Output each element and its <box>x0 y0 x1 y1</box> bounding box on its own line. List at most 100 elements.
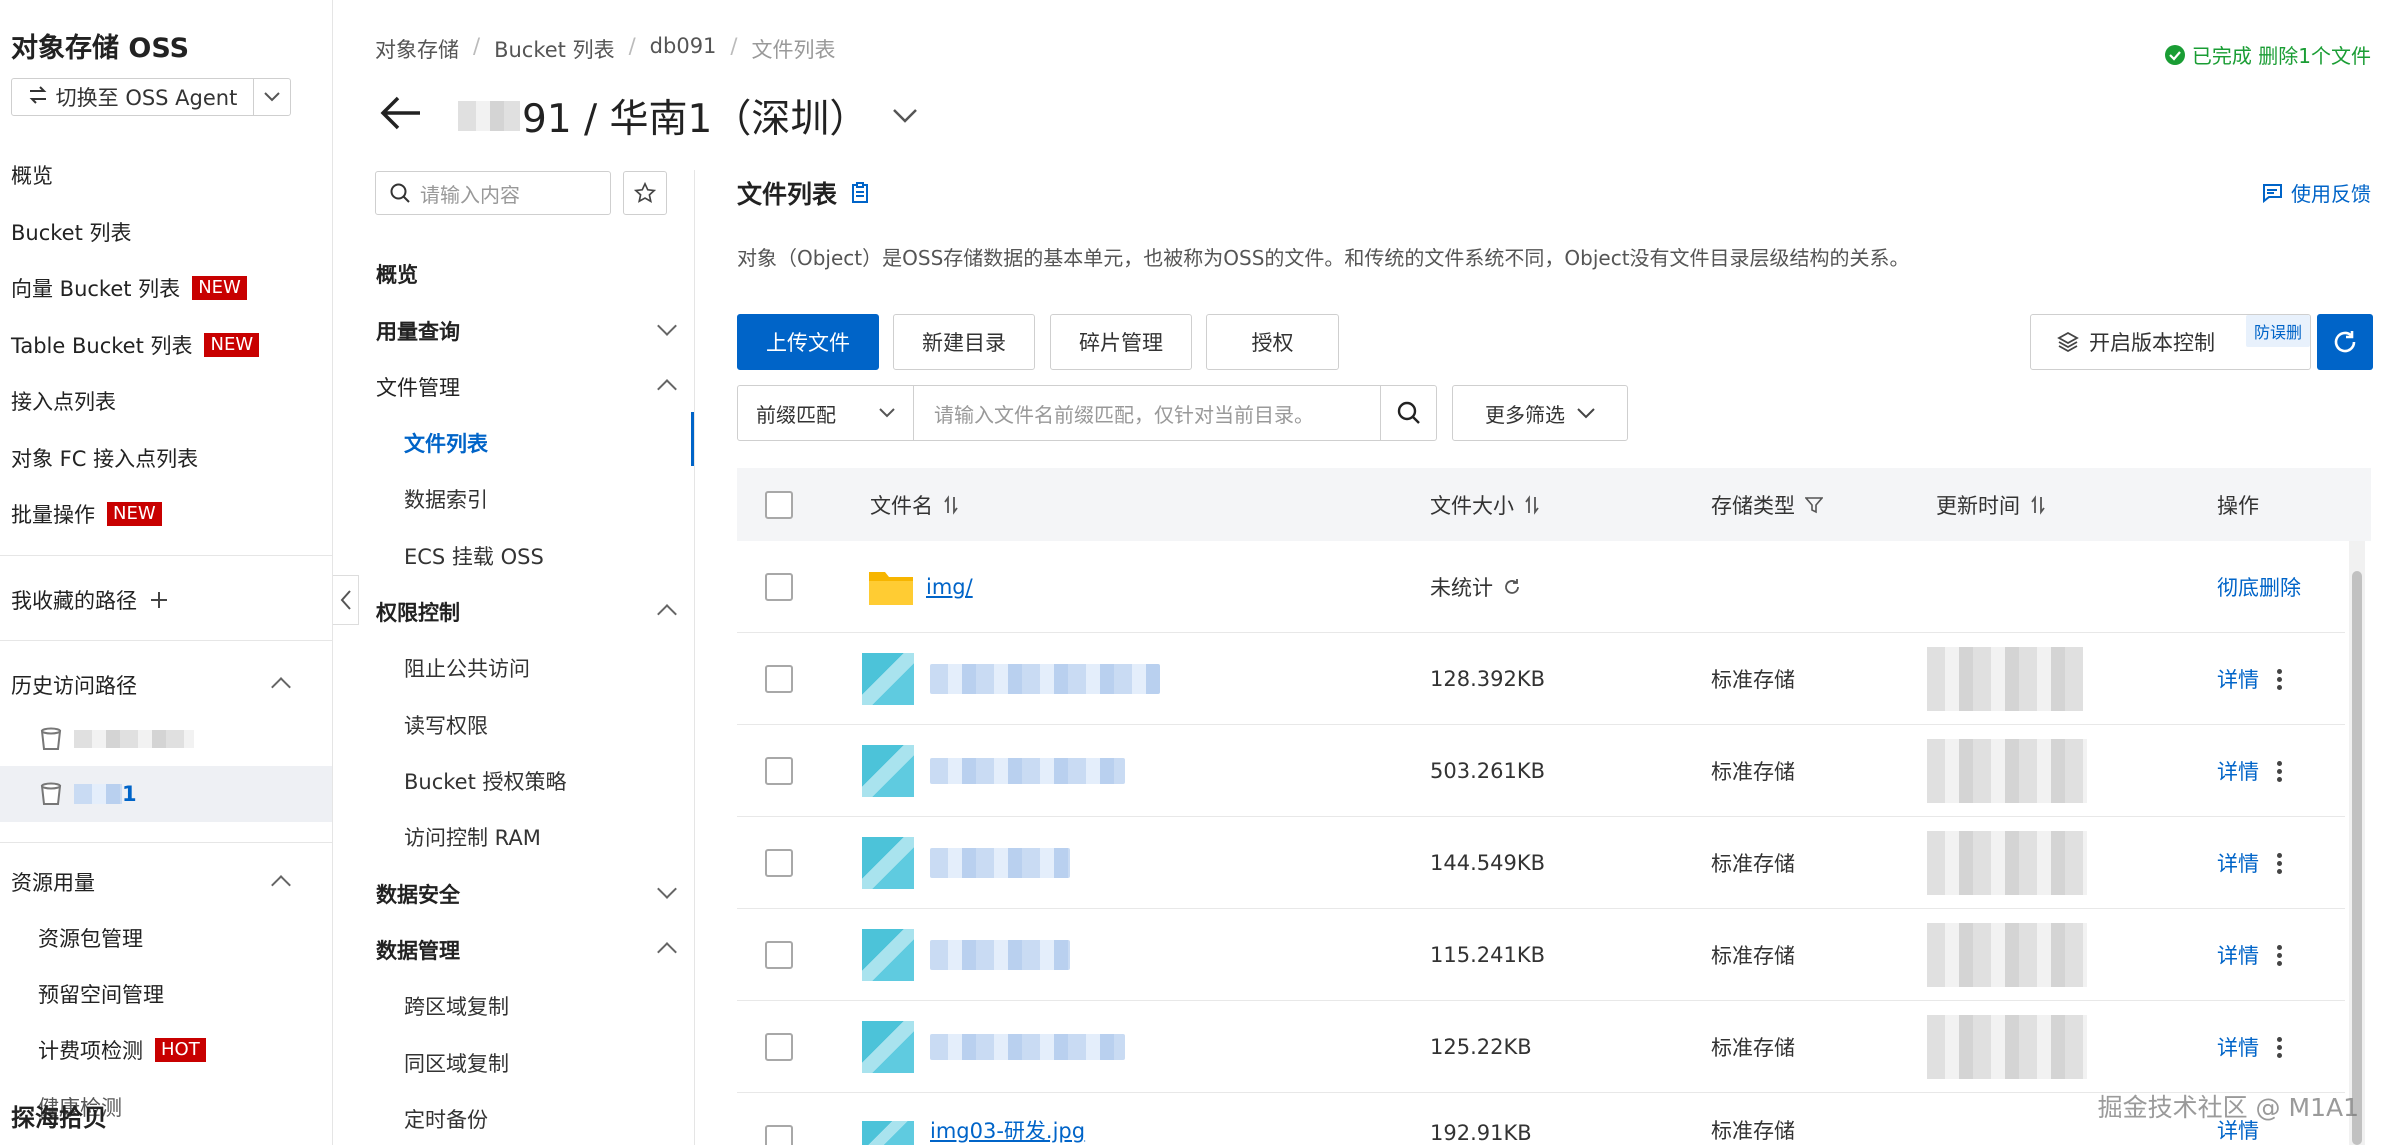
scrollbar-thumb[interactable] <box>2352 571 2362 1145</box>
chevron-up-icon[interactable] <box>657 942 677 962</box>
breadcrumb-oss[interactable]: 对象存储 <box>375 34 459 64</box>
nav2-file-mgmt[interactable]: 文件管理 <box>376 372 460 402</box>
nav2-rw-perm[interactable]: 读写权限 <box>404 710 488 740</box>
image-thumbnail[interactable] <box>862 1121 914 1145</box>
file-name-redacted[interactable] <box>930 758 1125 784</box>
version-control-button[interactable]: 开启版本控制 防误删 <box>2030 314 2311 370</box>
row-checkbox[interactable] <box>765 817 793 909</box>
row-checkbox[interactable] <box>765 909 793 1001</box>
nav2-data-mgmt[interactable]: 数据管理 <box>376 935 460 965</box>
switch-agent-button[interactable]: 切换至 OSS Agent <box>11 78 291 116</box>
nav2-bucket-policy[interactable]: Bucket 授权策略 <box>404 766 567 796</box>
favorites-header[interactable]: 我收藏的路径 <box>11 585 169 615</box>
explore-label[interactable]: 探海拾贝 <box>11 1098 107 1133</box>
upload-button[interactable]: 上传文件 <box>737 314 879 370</box>
delete-permanently-link[interactable]: 彻底删除 <box>2217 572 2301 602</box>
collapse-sidebar-button[interactable] <box>333 575 359 625</box>
prefix-match-select[interactable]: 前缀匹配 <box>738 386 914 440</box>
column-header-name[interactable]: 文件名 <box>870 468 959 541</box>
more-icon[interactable] <box>2277 760 2282 782</box>
file-name-redacted[interactable] <box>930 940 1070 970</box>
plus-icon[interactable] <box>149 590 169 610</box>
resource-item-packages[interactable]: 资源包管理 <box>38 923 143 953</box>
fragment-mgmt-button[interactable]: 碎片管理 <box>1050 314 1192 370</box>
prefix-search-input[interactable]: 请输入文件名前缀匹配，仅针对当前目录。 <box>914 386 1380 440</box>
filter-icon[interactable] <box>1805 496 1823 514</box>
nav2-same-region[interactable]: 同区域复制 <box>404 1048 509 1078</box>
column-header-size[interactable]: 文件大小 <box>1430 468 1540 541</box>
row-checkbox[interactable] <box>765 633 793 725</box>
task-status[interactable]: 已完成 删除1个文件 <box>2164 40 2371 69</box>
chevron-down-icon[interactable] <box>657 879 677 899</box>
resources-header[interactable]: 资源用量 <box>11 867 95 897</box>
nav2-ram[interactable]: 访问控制 RAM <box>404 822 541 852</box>
row-checkbox[interactable] <box>765 1093 793 1145</box>
sidebar-item-batch-ops[interactable]: 批量操作 NEW <box>11 499 162 529</box>
nav2-block-public[interactable]: 阻止公共访问 <box>404 653 530 683</box>
sidebar-item-bucket-list[interactable]: Bucket 列表 <box>11 217 132 247</box>
file-link[interactable]: img03-研发.jpg <box>930 1115 1085 1145</box>
file-name-redacted[interactable] <box>930 664 1160 694</box>
resource-item-billing-check[interactable]: 计费项检测 HOT <box>38 1035 206 1065</box>
row-checkbox[interactable] <box>765 725 793 817</box>
authorize-button[interactable]: 授权 <box>1206 314 1339 370</box>
sidebar-item-vector-bucket[interactable]: 向量 Bucket 列表 NEW <box>11 273 247 303</box>
column-header-updated[interactable]: 更新时间 <box>1936 468 2046 541</box>
history-item-2-content[interactable]: 1 <box>40 782 137 806</box>
feedback-link[interactable]: 使用反馈 <box>2261 178 2371 207</box>
sidebar-item-fc-access-points[interactable]: 对象 FC 接入点列表 <box>11 443 198 473</box>
sort-icon[interactable] <box>943 494 959 515</box>
chevron-up-icon[interactable] <box>657 604 677 624</box>
breadcrumb-bucket[interactable]: db091 <box>650 34 717 64</box>
file-name-redacted[interactable] <box>930 848 1070 878</box>
nav2-overview[interactable]: 概览 <box>376 259 418 289</box>
more-filter-button[interactable]: 更多筛选 <box>1452 385 1628 441</box>
more-icon[interactable] <box>2277 944 2282 966</box>
detail-link[interactable]: 详情 <box>2217 756 2259 786</box>
nav2-data-index[interactable]: 数据索引 <box>404 484 488 514</box>
refresh-button[interactable] <box>2317 314 2373 370</box>
chevron-up-icon[interactable] <box>657 379 677 399</box>
chevron-down-icon[interactable] <box>657 316 677 336</box>
image-thumbnail[interactable] <box>862 745 914 797</box>
breadcrumb-bucket-list[interactable]: Bucket 列表 <box>494 34 615 64</box>
nav2-access-control[interactable]: 权限控制 <box>376 597 460 627</box>
sort-icon[interactable] <box>1524 494 1540 515</box>
more-icon[interactable] <box>2277 668 2282 690</box>
file-name-redacted[interactable] <box>930 1034 1125 1060</box>
new-directory-button[interactable]: 新建目录 <box>893 314 1035 370</box>
detail-link[interactable]: 详情 <box>2217 848 2259 878</box>
image-thumbnail[interactable] <box>862 653 914 705</box>
resource-item-reserved[interactable]: 预留空间管理 <box>38 979 164 1009</box>
agent-dropdown-toggle[interactable] <box>254 92 290 102</box>
refresh-icon[interactable] <box>1503 578 1521 596</box>
clipboard-icon[interactable] <box>851 182 869 204</box>
row-checkbox[interactable] <box>765 1001 793 1093</box>
image-thumbnail[interactable] <box>862 929 914 981</box>
nav-search-input[interactable]: 请输入内容 <box>375 171 611 215</box>
detail-link[interactable]: 详情 <box>2217 664 2259 694</box>
column-header-storage[interactable]: 存储类型 <box>1711 468 1823 541</box>
history-header[interactable]: 历史访问路径 <box>11 670 137 700</box>
detail-link[interactable]: 详情 <box>2217 1032 2259 1062</box>
nav2-usage[interactable]: 用量查询 <box>376 316 460 346</box>
nav2-ecs-mount[interactable]: ECS 挂载 OSS <box>404 541 544 571</box>
more-icon[interactable] <box>2277 852 2282 874</box>
chevron-down-icon[interactable] <box>892 108 918 124</box>
nav2-data-security[interactable]: 数据安全 <box>376 879 460 909</box>
back-arrow-icon[interactable] <box>380 95 422 135</box>
select-all-checkbox[interactable] <box>765 468 793 541</box>
sidebar-item-overview[interactable]: 概览 <box>11 160 53 190</box>
sidebar-item-access-points[interactable]: 接入点列表 <box>11 386 116 416</box>
folder-link[interactable]: img/ <box>926 575 973 599</box>
nav2-cross-region[interactable]: 跨区域复制 <box>404 991 509 1021</box>
image-thumbnail[interactable] <box>862 837 914 889</box>
chevron-up-icon[interactable] <box>271 875 291 895</box>
image-thumbnail[interactable] <box>862 1021 914 1073</box>
history-item-1[interactable] <box>40 727 194 751</box>
chevron-up-icon[interactable] <box>271 677 291 697</box>
search-button[interactable] <box>1380 386 1436 440</box>
nav2-backup[interactable]: 定时备份 <box>404 1104 488 1134</box>
sidebar-item-table-bucket[interactable]: Table Bucket 列表 NEW <box>11 330 260 360</box>
nav2-file-list[interactable]: 文件列表 <box>404 428 488 458</box>
